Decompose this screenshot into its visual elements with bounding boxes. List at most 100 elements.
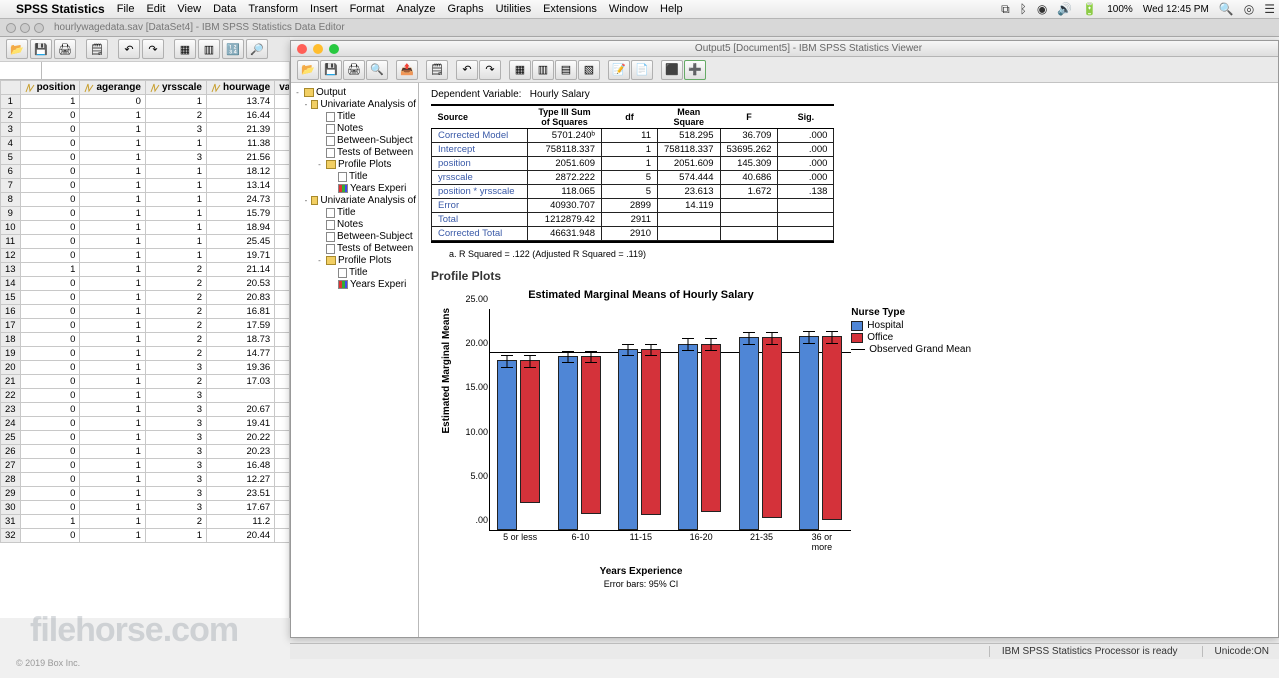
select-cases-button[interactable]: ▧ [578, 60, 600, 80]
menu-analyze[interactable]: Analyze [396, 3, 435, 15]
table-row[interactable]: 110113.74 [1, 95, 290, 109]
goto-var-button[interactable]: ▥ [198, 39, 220, 59]
table-row[interactable]: 22013 [1, 389, 290, 403]
designate-window-button[interactable]: ⬛ [661, 60, 683, 80]
menu-edit[interactable]: Edit [146, 3, 165, 15]
recall-button[interactable]: 🗒 [86, 39, 108, 59]
output-content[interactable]: Dependent Variable: Hourly Salary Source… [419, 83, 1278, 637]
table-row[interactable]: 1901214.77 [1, 347, 290, 361]
open-file-button[interactable]: 📂 [297, 60, 319, 80]
notification-icon[interactable]: ☰ [1264, 2, 1275, 16]
formula-input[interactable] [42, 62, 289, 79]
outline-node[interactable]: Title [293, 267, 416, 279]
table-row[interactable]: 1701217.59 [1, 319, 290, 333]
table-row[interactable]: 2701316.48 [1, 459, 290, 473]
spotlight-icon[interactable]: 🔍 [1219, 2, 1234, 16]
app-name[interactable]: SPSS Statistics [16, 2, 105, 16]
outline-node[interactable]: Tests of Between [293, 147, 416, 159]
save-button[interactable]: 💾 [30, 39, 52, 59]
table-row[interactable]: 2001319.36 [1, 361, 290, 375]
bluetooth-icon[interactable]: ᛒ [1020, 2, 1027, 16]
undo-button[interactable]: ↶ [118, 39, 140, 59]
table-row[interactable]: 1601216.81 [1, 305, 290, 319]
table-row[interactable]: 3001317.67 [1, 501, 290, 515]
outline-node[interactable]: Years Experi [293, 183, 416, 195]
cell-ref[interactable] [0, 62, 42, 79]
output-outline[interactable]: - Output- Univariate Analysis of Title N… [291, 83, 419, 637]
table-row[interactable]: 1201119.71 [1, 249, 290, 263]
outline-node[interactable]: Between-Subject [293, 231, 416, 243]
outline-node[interactable]: - Output [293, 87, 416, 99]
save-button[interactable]: 💾 [320, 60, 342, 80]
menu-data[interactable]: Data [213, 3, 236, 15]
outline-node[interactable]: Notes [293, 123, 416, 135]
menu-help[interactable]: Help [660, 3, 683, 15]
table-row[interactable]: 2101217.03 [1, 375, 290, 389]
data-grid-scroll[interactable]: positionagerangeyrsscalehourwagevar11011… [0, 80, 289, 618]
print-button[interactable]: 🖨 [343, 60, 365, 80]
table-row[interactable]: 201216.44 [1, 109, 290, 123]
menu-file[interactable]: File [117, 3, 135, 15]
insert-title-button[interactable]: 📄 [631, 60, 653, 80]
recall-button[interactable]: 🗒 [426, 60, 448, 80]
outline-node[interactable]: Title [293, 207, 416, 219]
table-row[interactable]: 2801312.27 [1, 473, 290, 487]
undo-button[interactable]: ↶ [456, 60, 478, 80]
variables-button[interactable]: ▤ [555, 60, 577, 80]
outline-node[interactable]: - Univariate Analysis of [293, 195, 416, 207]
goto-data-button[interactable]: ▦ [509, 60, 531, 80]
col-position[interactable]: position [20, 81, 80, 95]
maximize-icon[interactable] [329, 44, 339, 54]
menu-format[interactable]: Format [350, 3, 385, 15]
outline-node[interactable]: Years Experi [293, 279, 416, 291]
table-row[interactable]: 601118.12 [1, 165, 290, 179]
table-row[interactable]: 2401319.41 [1, 417, 290, 431]
outline-node[interactable]: Title [293, 171, 416, 183]
open-file-button[interactable]: 📂 [6, 39, 28, 59]
col-agerange[interactable]: agerange [80, 81, 145, 95]
col-hourwage[interactable]: hourwage [206, 81, 274, 95]
menu-window[interactable]: Window [609, 3, 648, 15]
export-button[interactable]: 📤 [396, 60, 418, 80]
table-row[interactable]: 301321.39 [1, 123, 290, 137]
close-icon[interactable] [297, 44, 307, 54]
menu-utilities[interactable]: Utilities [496, 3, 531, 15]
table-row[interactable]: 3111211.2 [1, 515, 290, 529]
outline-node[interactable]: - Profile Plots [293, 255, 416, 267]
menu-view[interactable]: View [177, 3, 201, 15]
close-icon[interactable] [6, 23, 16, 33]
table-row[interactable]: 2901323.51 [1, 487, 290, 501]
table-row[interactable]: 501321.56 [1, 151, 290, 165]
table-row[interactable]: 2601320.23 [1, 445, 290, 459]
viewer-titlebar[interactable]: Output5 [Document5] - IBM SPSS Statistic… [291, 41, 1278, 57]
goto-case-button[interactable]: ▦ [174, 39, 196, 59]
find-button[interactable]: 🔎 [246, 39, 268, 59]
table-row[interactable]: 1001118.94 [1, 221, 290, 235]
menu-insert[interactable]: Insert [310, 3, 338, 15]
siri-icon[interactable]: ◎ [1244, 2, 1254, 16]
table-row[interactable]: 2301320.67 [1, 403, 290, 417]
table-row[interactable]: 1401220.53 [1, 277, 290, 291]
menu-transform[interactable]: Transform [248, 3, 298, 15]
table-row[interactable]: 1311221.14 [1, 263, 290, 277]
run-button[interactable]: ➕ [684, 60, 706, 80]
outline-node[interactable]: - Profile Plots [293, 159, 416, 171]
data-grid[interactable]: positionagerangeyrsscalehourwagevar11011… [0, 80, 289, 543]
table-row[interactable]: 701113.14 [1, 179, 290, 193]
anova-table[interactable]: SourceType III Sum of SquaresdfMean Squa… [431, 106, 834, 241]
outline-node[interactable]: - Univariate Analysis of [293, 99, 416, 111]
outline-node[interactable]: Tests of Between [293, 243, 416, 255]
table-row[interactable]: 2501320.22 [1, 431, 290, 445]
menu-graphs[interactable]: Graphs [448, 3, 484, 15]
print-button[interactable]: 🖨 [54, 39, 76, 59]
insert-text-button[interactable]: 📝 [608, 60, 630, 80]
max-icon[interactable] [34, 23, 44, 33]
battery-icon[interactable]: 🔋 [1082, 2, 1097, 16]
table-row[interactable]: 1101125.45 [1, 235, 290, 249]
table-row[interactable]: 1801218.73 [1, 333, 290, 347]
table-row[interactable]: 3201120.44 [1, 529, 290, 543]
col-var[interactable]: var [275, 81, 289, 95]
outline-node[interactable]: Title [293, 111, 416, 123]
table-row[interactable]: 1501220.83 [1, 291, 290, 305]
min-icon[interactable] [20, 23, 30, 33]
